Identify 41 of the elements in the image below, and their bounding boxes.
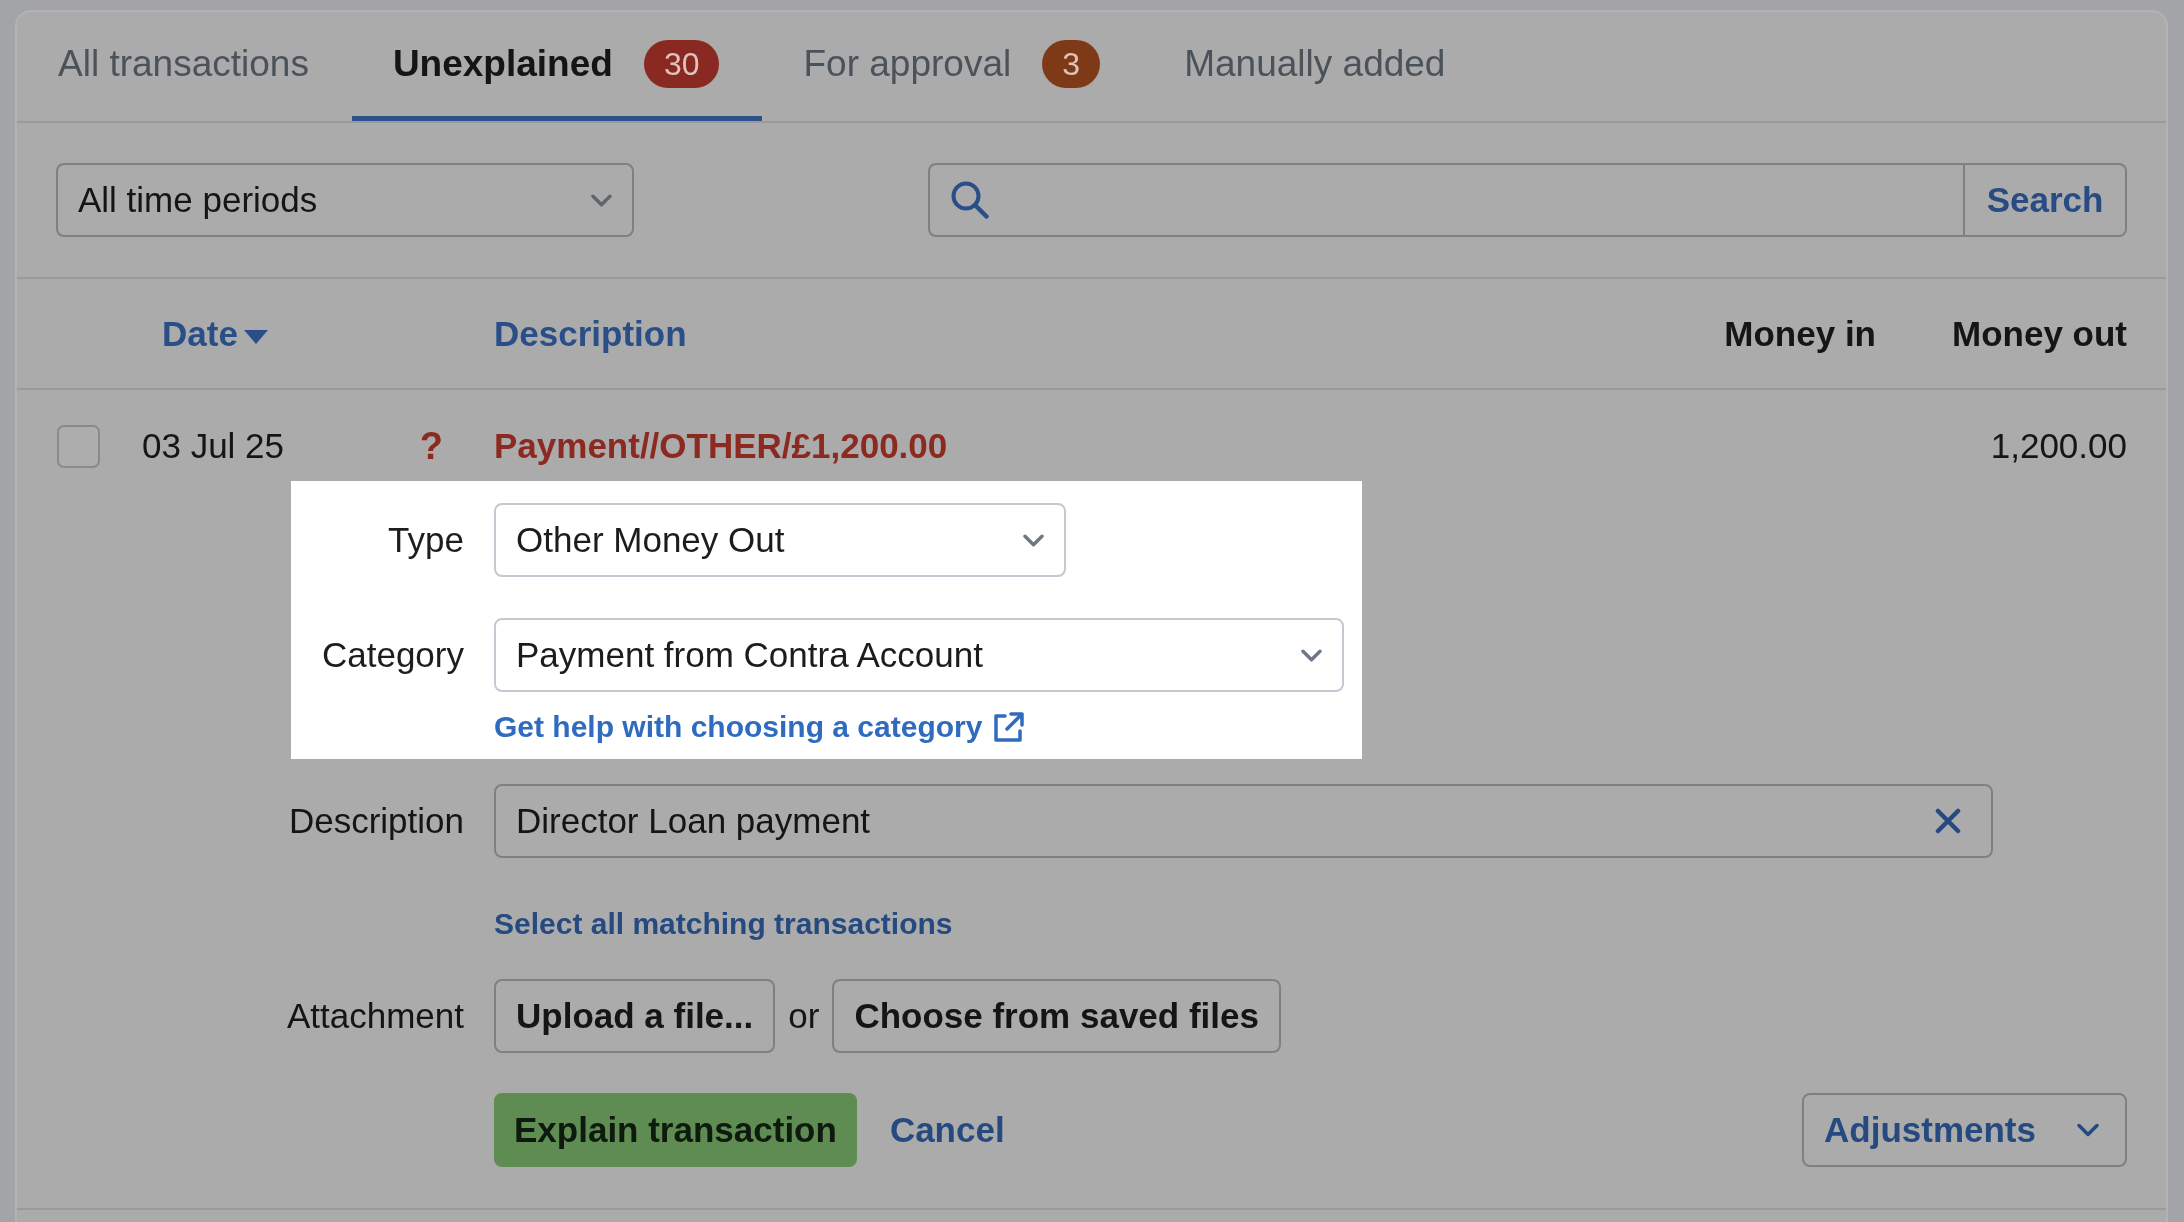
search-icon [951, 181, 989, 219]
text-field[interactable]: Director Loan payment [494, 784, 1993, 858]
field-label: Description [288, 801, 464, 841]
column-header[interactable]: Description [494, 313, 687, 354]
count-badge: 30 [643, 40, 720, 88]
cancel-button[interactable]: Cancel [889, 1110, 1005, 1150]
sort-down-icon [243, 329, 268, 344]
question-mark: ? [419, 424, 443, 468]
field-label: Type [388, 520, 464, 560]
tab[interactable]: For approval 3 [762, 12, 1144, 121]
chevron-down-icon [1301, 648, 1322, 662]
external-link-icon [992, 710, 1027, 744]
column-header[interactable]: Date [162, 313, 268, 354]
tab[interactable]: Manually added [1143, 12, 1489, 121]
column-header: Money out [1952, 313, 2127, 354]
dropdown[interactable]: Payment from Contra Account [494, 618, 1344, 692]
count-badge: 3 [1042, 40, 1101, 88]
tab[interactable]: All transactions [17, 12, 352, 121]
field-label: Category [321, 635, 464, 675]
transaction-description[interactable]: Payment//OTHER/£1,200.00 [494, 426, 948, 466]
checkbox[interactable] [57, 424, 100, 468]
link[interactable]: Get help with choosing a category [494, 707, 1027, 747]
dropdown[interactable]: Other Money Out [494, 503, 1066, 577]
file-button[interactable]: Upload a file... [494, 979, 776, 1053]
date-text: 03 Jul 25 [142, 426, 285, 466]
adjustments-button[interactable]: Adjustments [1802, 1093, 2127, 1167]
explain-button[interactable]: Explain transaction [494, 1093, 857, 1167]
amount-text: 1,200.00 [1990, 426, 2127, 466]
field-label: Attachment [286, 996, 464, 1036]
tab[interactable]: Unexplained 30 [351, 12, 763, 121]
column-header: Money in [1724, 313, 1876, 354]
chevron-down-icon [1023, 533, 1044, 547]
chevron-down-icon [591, 193, 612, 207]
chevron-down-icon [2077, 1123, 2099, 1137]
file-button[interactable]: Choose from saved files [832, 979, 1281, 1053]
link[interactable]: Select all matching transactions [494, 904, 953, 944]
search-button[interactable]: Search [1965, 163, 2127, 237]
clear-icon[interactable] [1935, 808, 1961, 834]
dropdown[interactable]: All time periods [56, 163, 634, 237]
search-field[interactable] [928, 163, 1965, 237]
or-label: or [788, 996, 820, 1036]
